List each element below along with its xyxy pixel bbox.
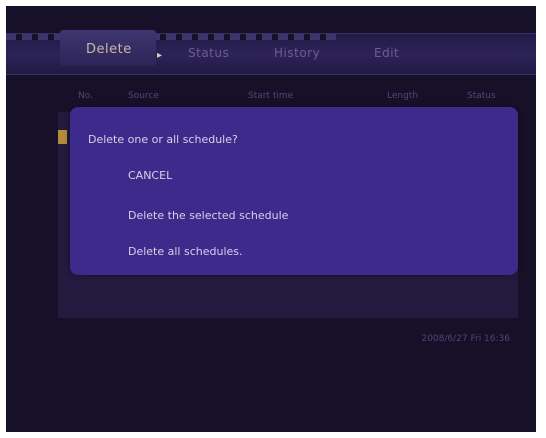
datetime-display: 2008/6/27 Fri 16:36 — [421, 334, 510, 344]
delete-selected-option[interactable]: Delete the selected schedule — [128, 209, 288, 222]
tab-delete-label: Delete — [86, 42, 132, 57]
delete-all-option[interactable]: Delete all schedules. — [128, 245, 243, 258]
col-length: Length — [387, 91, 419, 101]
tab-status[interactable]: Status — [188, 46, 229, 60]
dialog-title: Delete one or all schedule? — [88, 133, 238, 146]
tab-history[interactable]: History — [274, 46, 320, 60]
tab-edit[interactable]: Edit — [374, 46, 399, 60]
col-no: No. — [78, 91, 93, 101]
tv-screen: ◂ Delete ▸ Status History Edit No. Sourc… — [6, 6, 536, 432]
tab-bar: ◂ Delete ▸ Status History Edit — [6, 30, 536, 75]
col-start-time: Start time — [248, 91, 294, 101]
confirm-dialog: Delete one or all schedule? CANCEL Delet… — [70, 107, 518, 275]
cancel-option[interactable]: CANCEL — [128, 169, 172, 182]
tab-delete[interactable]: Delete — [60, 30, 156, 66]
tab-right-arrow-icon[interactable]: ▸ — [157, 50, 162, 61]
col-status: Status — [467, 91, 496, 101]
tab-bar-dots — [6, 34, 336, 40]
col-source: Source — [128, 91, 159, 101]
selected-row-marker — [58, 130, 67, 144]
